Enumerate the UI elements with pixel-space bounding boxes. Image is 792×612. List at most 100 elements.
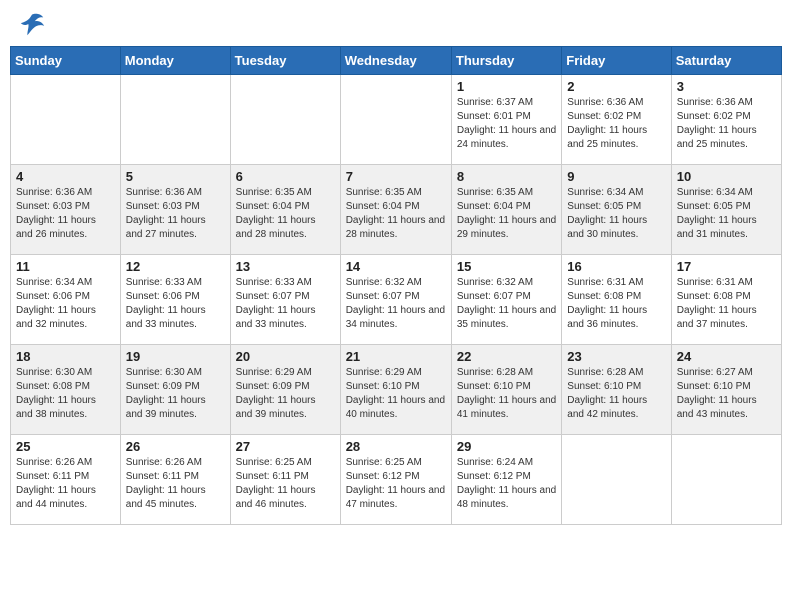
day-info: Sunrise: 6:34 AM Sunset: 6:05 PM Dayligh… bbox=[567, 186, 665, 242]
day-number: 2 bbox=[567, 79, 665, 94]
calendar-cell: 12 Sunrise: 6:33 AM Sunset: 6:06 PM Dayli… bbox=[120, 255, 230, 345]
calendar-cell: 25 Sunrise: 6:26 AM Sunset: 6:11 PM Dayli… bbox=[11, 435, 121, 525]
day-info: Sunrise: 6:32 AM Sunset: 6:07 PM Dayligh… bbox=[346, 276, 446, 332]
day-number: 14 bbox=[346, 259, 446, 274]
calendar-cell: 15 Sunrise: 6:32 AM Sunset: 6:07 PM Dayli… bbox=[451, 255, 561, 345]
day-info: Sunrise: 6:30 AM Sunset: 6:08 PM Dayligh… bbox=[16, 366, 115, 422]
calendar-cell: 6Sunrise: 6:35 AM Sunset: 6:04 PM Daylig… bbox=[230, 165, 340, 255]
day-number: 9 bbox=[567, 169, 665, 184]
day-info: Sunrise: 6:26 AM Sunset: 6:11 PM Dayligh… bbox=[16, 456, 115, 512]
day-info: Sunrise: 6:29 AM Sunset: 6:10 PM Dayligh… bbox=[346, 366, 446, 422]
calendar-cell: 21 Sunrise: 6:29 AM Sunset: 6:10 PM Dayli… bbox=[340, 345, 451, 435]
day-info: Sunrise: 6:32 AM Sunset: 6:07 PM Dayligh… bbox=[457, 276, 556, 332]
day-number: 29 bbox=[457, 439, 556, 454]
calendar-cell: 22Sunrise: 6:28 AM Sunset: 6:10 PM Dayli… bbox=[451, 345, 561, 435]
day-info: Sunrise: 6:36 AM Sunset: 6:03 PM Dayligh… bbox=[16, 186, 115, 242]
weekday-header-row: SundayMondayTuesdayWednesdayThursdayFrid… bbox=[11, 47, 782, 75]
weekday-header-tuesday: Tuesday bbox=[230, 47, 340, 75]
calendar-cell: 19Sunrise: 6:30 AM Sunset: 6:09 PM Dayli… bbox=[120, 345, 230, 435]
weekday-header-friday: Friday bbox=[562, 47, 671, 75]
day-number: 16 bbox=[567, 259, 665, 274]
day-number: 15 bbox=[457, 259, 556, 274]
day-info: Sunrise: 6:28 AM Sunset: 6:10 PM Dayligh… bbox=[457, 366, 556, 422]
day-number: 7 bbox=[346, 169, 446, 184]
weekday-header-monday: Monday bbox=[120, 47, 230, 75]
day-info: Sunrise: 6:33 AM Sunset: 6:06 PM Dayligh… bbox=[126, 276, 225, 332]
calendar-cell: 7 Sunrise: 6:35 AM Sunset: 6:04 PM Daylig… bbox=[340, 165, 451, 255]
day-number: 1 bbox=[457, 79, 556, 94]
day-info: Sunrise: 6:36 AM Sunset: 6:02 PM Dayligh… bbox=[677, 96, 776, 152]
day-number: 23 bbox=[567, 349, 665, 364]
calendar-cell: 28 Sunrise: 6:25 AM Sunset: 6:12 PM Dayli… bbox=[340, 435, 451, 525]
day-number: 17 bbox=[677, 259, 776, 274]
logo bbox=[14, 10, 46, 38]
day-info: Sunrise: 6:25 AM Sunset: 6:11 PM Dayligh… bbox=[236, 456, 335, 512]
day-number: 24 bbox=[677, 349, 776, 364]
calendar-cell: 3 Sunrise: 6:36 AM Sunset: 6:02 PM Daylig… bbox=[671, 75, 781, 165]
calendar-cell: 24 Sunrise: 6:27 AM Sunset: 6:10 PM Dayli… bbox=[671, 345, 781, 435]
calendar-week-5: 25 Sunrise: 6:26 AM Sunset: 6:11 PM Dayli… bbox=[11, 435, 782, 525]
calendar-cell bbox=[120, 75, 230, 165]
calendar-cell: 18 Sunrise: 6:30 AM Sunset: 6:08 PM Dayli… bbox=[11, 345, 121, 435]
calendar-cell: 8Sunrise: 6:35 AM Sunset: 6:04 PM Daylig… bbox=[451, 165, 561, 255]
weekday-header-wednesday: Wednesday bbox=[340, 47, 451, 75]
calendar-cell: 4 Sunrise: 6:36 AM Sunset: 6:03 PM Daylig… bbox=[11, 165, 121, 255]
day-info: Sunrise: 6:35 AM Sunset: 6:04 PM Dayligh… bbox=[457, 186, 556, 242]
day-number: 6 bbox=[236, 169, 335, 184]
day-number: 27 bbox=[236, 439, 335, 454]
calendar-cell bbox=[671, 435, 781, 525]
day-info: Sunrise: 6:37 AM Sunset: 6:01 PM Dayligh… bbox=[457, 96, 556, 152]
weekday-header-thursday: Thursday bbox=[451, 47, 561, 75]
day-info: Sunrise: 6:36 AM Sunset: 6:03 PM Dayligh… bbox=[126, 186, 225, 242]
calendar-cell: 23 Sunrise: 6:28 AM Sunset: 6:10 PM Dayli… bbox=[562, 345, 671, 435]
day-info: Sunrise: 6:31 AM Sunset: 6:08 PM Dayligh… bbox=[567, 276, 665, 332]
day-info: Sunrise: 6:27 AM Sunset: 6:10 PM Dayligh… bbox=[677, 366, 776, 422]
day-info: Sunrise: 6:28 AM Sunset: 6:10 PM Dayligh… bbox=[567, 366, 665, 422]
calendar-cell: 9 Sunrise: 6:34 AM Sunset: 6:05 PM Daylig… bbox=[562, 165, 671, 255]
weekday-header-sunday: Sunday bbox=[11, 47, 121, 75]
day-number: 5 bbox=[126, 169, 225, 184]
day-info: Sunrise: 6:35 AM Sunset: 6:04 PM Dayligh… bbox=[346, 186, 446, 242]
day-number: 4 bbox=[16, 169, 115, 184]
calendar-cell: 29 Sunrise: 6:24 AM Sunset: 6:12 PM Dayli… bbox=[451, 435, 561, 525]
calendar-cell: 16 Sunrise: 6:31 AM Sunset: 6:08 PM Dayli… bbox=[562, 255, 671, 345]
day-number: 18 bbox=[16, 349, 115, 364]
calendar-cell bbox=[230, 75, 340, 165]
day-info: Sunrise: 6:33 AM Sunset: 6:07 PM Dayligh… bbox=[236, 276, 335, 332]
calendar-week-3: 11Sunrise: 6:34 AM Sunset: 6:06 PM Dayli… bbox=[11, 255, 782, 345]
calendar-cell: 14 Sunrise: 6:32 AM Sunset: 6:07 PM Dayli… bbox=[340, 255, 451, 345]
day-info: Sunrise: 6:29 AM Sunset: 6:09 PM Dayligh… bbox=[236, 366, 335, 422]
calendar-cell: 20 Sunrise: 6:29 AM Sunset: 6:09 PM Dayli… bbox=[230, 345, 340, 435]
calendar-cell: 11Sunrise: 6:34 AM Sunset: 6:06 PM Dayli… bbox=[11, 255, 121, 345]
day-number: 3 bbox=[677, 79, 776, 94]
day-info: Sunrise: 6:34 AM Sunset: 6:05 PM Dayligh… bbox=[677, 186, 776, 242]
calendar-cell: 13 Sunrise: 6:33 AM Sunset: 6:07 PM Dayli… bbox=[230, 255, 340, 345]
day-info: Sunrise: 6:31 AM Sunset: 6:08 PM Dayligh… bbox=[677, 276, 776, 332]
calendar-week-1: 1 Sunrise: 6:37 AM Sunset: 6:01 PM Daylig… bbox=[11, 75, 782, 165]
day-number: 20 bbox=[236, 349, 335, 364]
day-number: 11 bbox=[16, 259, 115, 274]
day-number: 25 bbox=[16, 439, 115, 454]
calendar-cell: 1 Sunrise: 6:37 AM Sunset: 6:01 PM Daylig… bbox=[451, 75, 561, 165]
calendar-table: SundayMondayTuesdayWednesdayThursdayFrid… bbox=[10, 46, 782, 525]
day-number: 19 bbox=[126, 349, 225, 364]
day-info: Sunrise: 6:24 AM Sunset: 6:12 PM Dayligh… bbox=[457, 456, 556, 512]
page-header bbox=[10, 10, 782, 38]
calendar-cell bbox=[562, 435, 671, 525]
day-number: 26 bbox=[126, 439, 225, 454]
day-number: 21 bbox=[346, 349, 446, 364]
calendar-cell: 17 Sunrise: 6:31 AM Sunset: 6:08 PM Dayli… bbox=[671, 255, 781, 345]
day-info: Sunrise: 6:25 AM Sunset: 6:12 PM Dayligh… bbox=[346, 456, 446, 512]
day-number: 13 bbox=[236, 259, 335, 274]
calendar-cell: 26Sunrise: 6:26 AM Sunset: 6:11 PM Dayli… bbox=[120, 435, 230, 525]
calendar-cell: 2Sunrise: 6:36 AM Sunset: 6:02 PM Daylig… bbox=[562, 75, 671, 165]
logo-bird-icon bbox=[18, 10, 46, 38]
day-number: 12 bbox=[126, 259, 225, 274]
day-number: 10 bbox=[677, 169, 776, 184]
day-number: 28 bbox=[346, 439, 446, 454]
calendar-cell bbox=[11, 75, 121, 165]
calendar-week-2: 4 Sunrise: 6:36 AM Sunset: 6:03 PM Daylig… bbox=[11, 165, 782, 255]
calendar-cell: 5 Sunrise: 6:36 AM Sunset: 6:03 PM Daylig… bbox=[120, 165, 230, 255]
calendar-cell bbox=[340, 75, 451, 165]
calendar-week-4: 18 Sunrise: 6:30 AM Sunset: 6:08 PM Dayli… bbox=[11, 345, 782, 435]
